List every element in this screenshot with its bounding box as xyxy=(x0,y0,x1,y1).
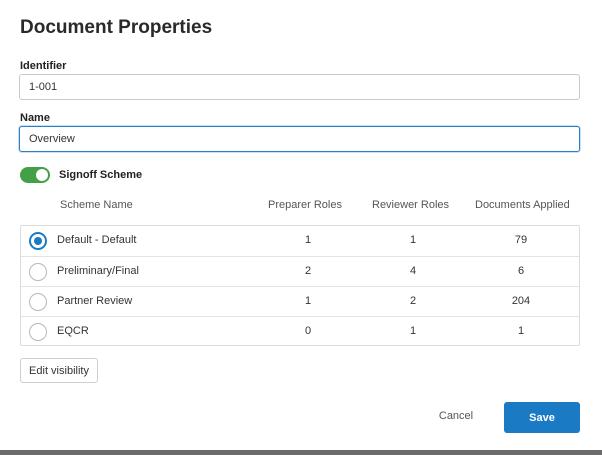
column-header-documents-applied: Documents Applied xyxy=(475,199,570,211)
column-header-preparer-roles: Preparer Roles xyxy=(268,199,342,211)
reviewer-roles-cell: 1 xyxy=(409,234,417,246)
table-row[interactable]: Preliminary/Final 2 4 6 xyxy=(21,256,579,286)
scheme-name-cell: Preliminary/Final xyxy=(57,265,139,277)
preparer-roles-cell: 1 xyxy=(304,234,312,246)
scheme-name-cell: Partner Review xyxy=(57,295,133,307)
toggle-knob xyxy=(36,169,48,181)
name-input[interactable] xyxy=(19,126,580,152)
bottom-edge-bar xyxy=(0,450,602,455)
dialog-title: Document Properties xyxy=(20,17,213,38)
preparer-roles-cell: 1 xyxy=(304,295,312,307)
scheme-table-header: Scheme Name Preparer Roles Reviewer Role… xyxy=(20,199,580,215)
preparer-roles-cell: 0 xyxy=(304,325,312,337)
signoff-scheme-label: Signoff Scheme xyxy=(59,169,143,181)
column-header-scheme-name: Scheme Name xyxy=(60,199,133,211)
documents-applied-cell: 79 xyxy=(514,234,528,246)
preparer-roles-cell: 2 xyxy=(304,265,312,277)
table-row[interactable]: Partner Review 1 2 204 xyxy=(21,286,579,316)
save-button[interactable]: Save xyxy=(504,402,580,433)
documents-applied-cell: 1 xyxy=(517,325,525,337)
column-header-reviewer-roles: Reviewer Roles xyxy=(372,199,450,211)
table-row[interactable]: EQCR 0 1 1 xyxy=(21,316,579,346)
scheme-name-cell: Default - Default xyxy=(57,234,137,246)
reviewer-roles-cell: 2 xyxy=(409,295,417,307)
identifier-input[interactable] xyxy=(19,74,580,100)
scheme-table: Default - Default 1 1 79 Preliminary/Fin… xyxy=(20,225,580,346)
edit-visibility-button[interactable]: Edit visibility xyxy=(20,358,98,383)
reviewer-roles-cell: 4 xyxy=(409,265,417,277)
scheme-radio[interactable] xyxy=(29,263,47,281)
documents-applied-cell: 204 xyxy=(511,295,531,307)
scheme-name-cell: EQCR xyxy=(57,325,89,337)
documents-applied-cell: 6 xyxy=(517,265,525,277)
name-label: Name xyxy=(20,112,50,124)
reviewer-roles-cell: 1 xyxy=(409,325,417,337)
scheme-radio[interactable] xyxy=(29,323,47,341)
table-row[interactable]: Default - Default 1 1 79 xyxy=(21,226,579,256)
document-properties-dialog: Document Properties Identifier Name Sign… xyxy=(0,0,602,450)
scheme-radio-selected[interactable] xyxy=(29,232,47,250)
scheme-radio[interactable] xyxy=(29,293,47,311)
signoff-scheme-toggle[interactable] xyxy=(20,167,50,183)
cancel-button[interactable]: Cancel xyxy=(430,406,482,426)
identifier-label: Identifier xyxy=(20,60,67,72)
signoff-scheme-row: Signoff Scheme xyxy=(20,166,142,184)
